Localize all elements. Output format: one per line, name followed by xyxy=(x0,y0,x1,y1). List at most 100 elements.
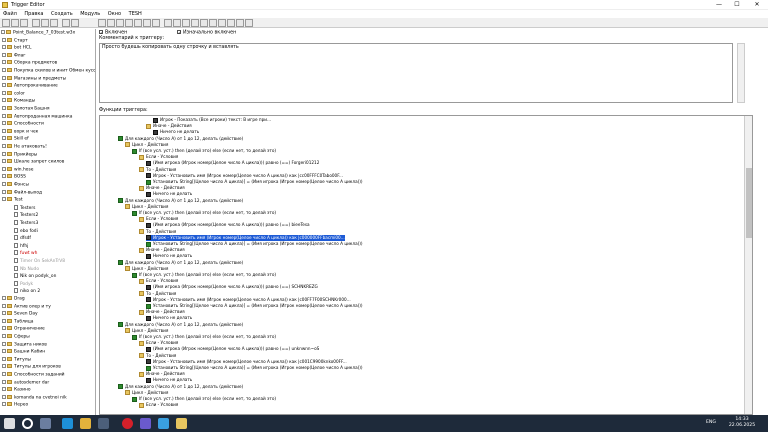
expand-toggle-icon[interactable] xyxy=(2,90,6,95)
expand-toggle-icon[interactable] xyxy=(2,303,6,308)
tree-item[interactable]: Способности xyxy=(2,121,44,127)
function-row[interactable]: If (все усл. уст.) then (делай это) else… xyxy=(132,210,276,216)
menu-file[interactable]: Файл xyxy=(0,10,20,18)
expand-toggle-icon[interactable] xyxy=(2,356,6,361)
comment-scrollbar[interactable] xyxy=(737,43,745,103)
function-row[interactable]: Игрок - Установить имя (Игрок номер(Цело… xyxy=(146,234,345,241)
functions-scrollbar[interactable] xyxy=(744,116,752,414)
function-row[interactable]: Цикл - Действия xyxy=(125,204,168,210)
tree-item[interactable]: Nb Nudo xyxy=(14,265,39,272)
function-row[interactable]: Для каждого (Число А) от 1 до 12, делать… xyxy=(118,384,243,390)
tree-item[interactable]: Автопроданная машинка xyxy=(2,113,72,120)
function-row[interactable]: If (все усл. уст.) then (делай это) else… xyxy=(132,334,276,340)
expand-toggle-icon[interactable] xyxy=(1,30,5,34)
expand-toggle-icon[interactable] xyxy=(2,159,6,164)
expand-toggle-icon[interactable] xyxy=(2,68,6,72)
menu-edit[interactable]: Правка xyxy=(21,10,46,18)
tree-item[interactable]: Таблица xyxy=(2,318,33,325)
expand-toggle-icon[interactable] xyxy=(2,45,6,50)
function-row[interactable]: То - Действия xyxy=(139,167,176,173)
function-row[interactable]: Иначе - Действия xyxy=(139,371,185,377)
function-row[interactable]: Цикл - Действия xyxy=(125,328,168,334)
expand-toggle-icon[interactable] xyxy=(2,83,6,88)
expand-toggle-icon[interactable] xyxy=(2,106,6,110)
tree-item[interactable]: Флаг xyxy=(2,52,26,59)
sound-editor-icon[interactable] xyxy=(191,19,199,27)
new-comment-icon[interactable] xyxy=(116,19,124,27)
expand-toggle-icon[interactable] xyxy=(2,37,6,42)
expand-toggle-icon[interactable] xyxy=(2,402,6,407)
expand-toggle-icon[interactable] xyxy=(2,136,6,141)
store-icon[interactable] xyxy=(98,418,109,429)
tree-item[interactable]: Сферы xyxy=(2,334,30,340)
tree-item[interactable]: Казино xyxy=(2,387,31,393)
expand-toggle-icon[interactable] xyxy=(2,128,6,133)
tree-item[interactable]: Башни Кабин xyxy=(2,349,45,355)
function-row[interactable]: Установить String[(Целое число А цикла)]… xyxy=(146,241,363,247)
tree-item[interactable]: Seven Day xyxy=(2,311,38,317)
tree-item[interactable]: Шкале запрет скилов xyxy=(2,159,64,165)
tree-item[interactable]: Команды xyxy=(2,98,35,104)
expand-toggle-icon[interactable] xyxy=(2,311,6,316)
tree-item[interactable]: dfsdf xyxy=(14,235,31,241)
function-row[interactable]: Если - Условия xyxy=(139,278,178,284)
function-row[interactable]: Ничего не делать xyxy=(146,315,192,321)
expand-toggle-icon[interactable] xyxy=(2,121,6,126)
menu-window[interactable]: Окно xyxy=(105,10,124,18)
tree-item[interactable]: Актив олер и ту xyxy=(2,303,51,310)
function-row[interactable]: Ничего не делать xyxy=(146,253,192,259)
expand-toggle-icon[interactable] xyxy=(2,174,6,179)
function-row[interactable]: Если - Условия xyxy=(139,216,178,222)
tree-item[interactable]: Покупка скилов и инит Обмен кусов xyxy=(2,68,95,74)
function-row[interactable]: Ничего не делать xyxy=(146,191,192,197)
function-row[interactable]: Иначе - Действия xyxy=(146,123,192,129)
expand-toggle-icon[interactable] xyxy=(2,182,6,186)
tree-item[interactable]: bot HCL xyxy=(2,45,31,51)
expand-toggle-icon[interactable] xyxy=(2,349,6,354)
app-icon-2[interactable] xyxy=(140,418,151,429)
function-row[interactable]: Ничего не делать xyxy=(153,129,199,135)
function-row[interactable]: Если - Условия xyxy=(139,340,178,346)
function-row[interactable]: Игрок - Показать (Все игроки) текст: В и… xyxy=(153,117,271,123)
expand-toggle-icon[interactable] xyxy=(2,189,6,194)
function-row[interactable]: If (все усл. уст.) then (делай это) else… xyxy=(132,396,276,402)
tree-item[interactable]: ворк и чек xyxy=(2,128,38,135)
expand-toggle-icon[interactable] xyxy=(2,151,6,156)
new-trigger-icon[interactable] xyxy=(107,19,115,27)
tree-item[interactable]: Титулы для игроков xyxy=(2,364,61,370)
tree-item[interactable]: Point_Balance_7_03test.w3x xyxy=(1,30,75,36)
expand-toggle-icon[interactable] xyxy=(2,379,6,384)
tree-item[interactable]: Файл-выход xyxy=(2,189,42,196)
close-button[interactable]: ✕ xyxy=(750,0,764,10)
expand-toggle-icon[interactable] xyxy=(2,75,6,80)
expand-toggle-icon[interactable] xyxy=(2,60,6,65)
cut-icon[interactable] xyxy=(32,19,40,27)
expand-toggle-icon[interactable] xyxy=(2,113,6,118)
minimize-button[interactable]: — xyxy=(712,0,726,10)
expand-toggle-icon[interactable] xyxy=(2,387,6,392)
expand-toggle-icon[interactable] xyxy=(2,326,6,331)
tree-item[interactable]: Прикйеры xyxy=(2,151,37,158)
function-row[interactable]: То - Действия xyxy=(139,229,176,235)
function-row[interactable]: То - Действия xyxy=(139,353,176,359)
new-variable-icon[interactable] xyxy=(125,19,133,27)
function-row[interactable]: (Имя игрока (Игрок номер(Целое число А ц… xyxy=(146,222,310,228)
object-manager-icon[interactable] xyxy=(245,19,253,27)
function-row[interactable]: То - Действия xyxy=(139,291,176,297)
expand-toggle-icon[interactable] xyxy=(2,372,6,376)
paste-icon[interactable] xyxy=(50,19,58,27)
function-row[interactable]: Если - Условия xyxy=(139,154,178,160)
tree-item[interactable]: Нерео xyxy=(2,402,28,408)
tree-item[interactable]: Nik on podyk_on xyxy=(14,273,56,279)
save-icon[interactable] xyxy=(20,19,28,27)
tree-item[interactable]: Timer On SekAnTrV8 xyxy=(14,258,65,264)
object-editor-icon[interactable] xyxy=(200,19,208,27)
tree-item[interactable]: BOSS xyxy=(2,174,26,180)
redo-icon[interactable] xyxy=(71,19,79,27)
terrain-editor-icon[interactable] xyxy=(164,19,172,27)
tree-item[interactable]: Testers xyxy=(14,204,35,211)
expand-toggle-icon[interactable] xyxy=(2,52,6,57)
tree-item[interactable]: ebo fodi xyxy=(14,227,38,234)
tree-item[interactable]: Ограничение xyxy=(2,326,45,332)
trigger-functions-tree[interactable]: Игрок - Показать (Все игроки) текст: В и… xyxy=(99,115,753,415)
